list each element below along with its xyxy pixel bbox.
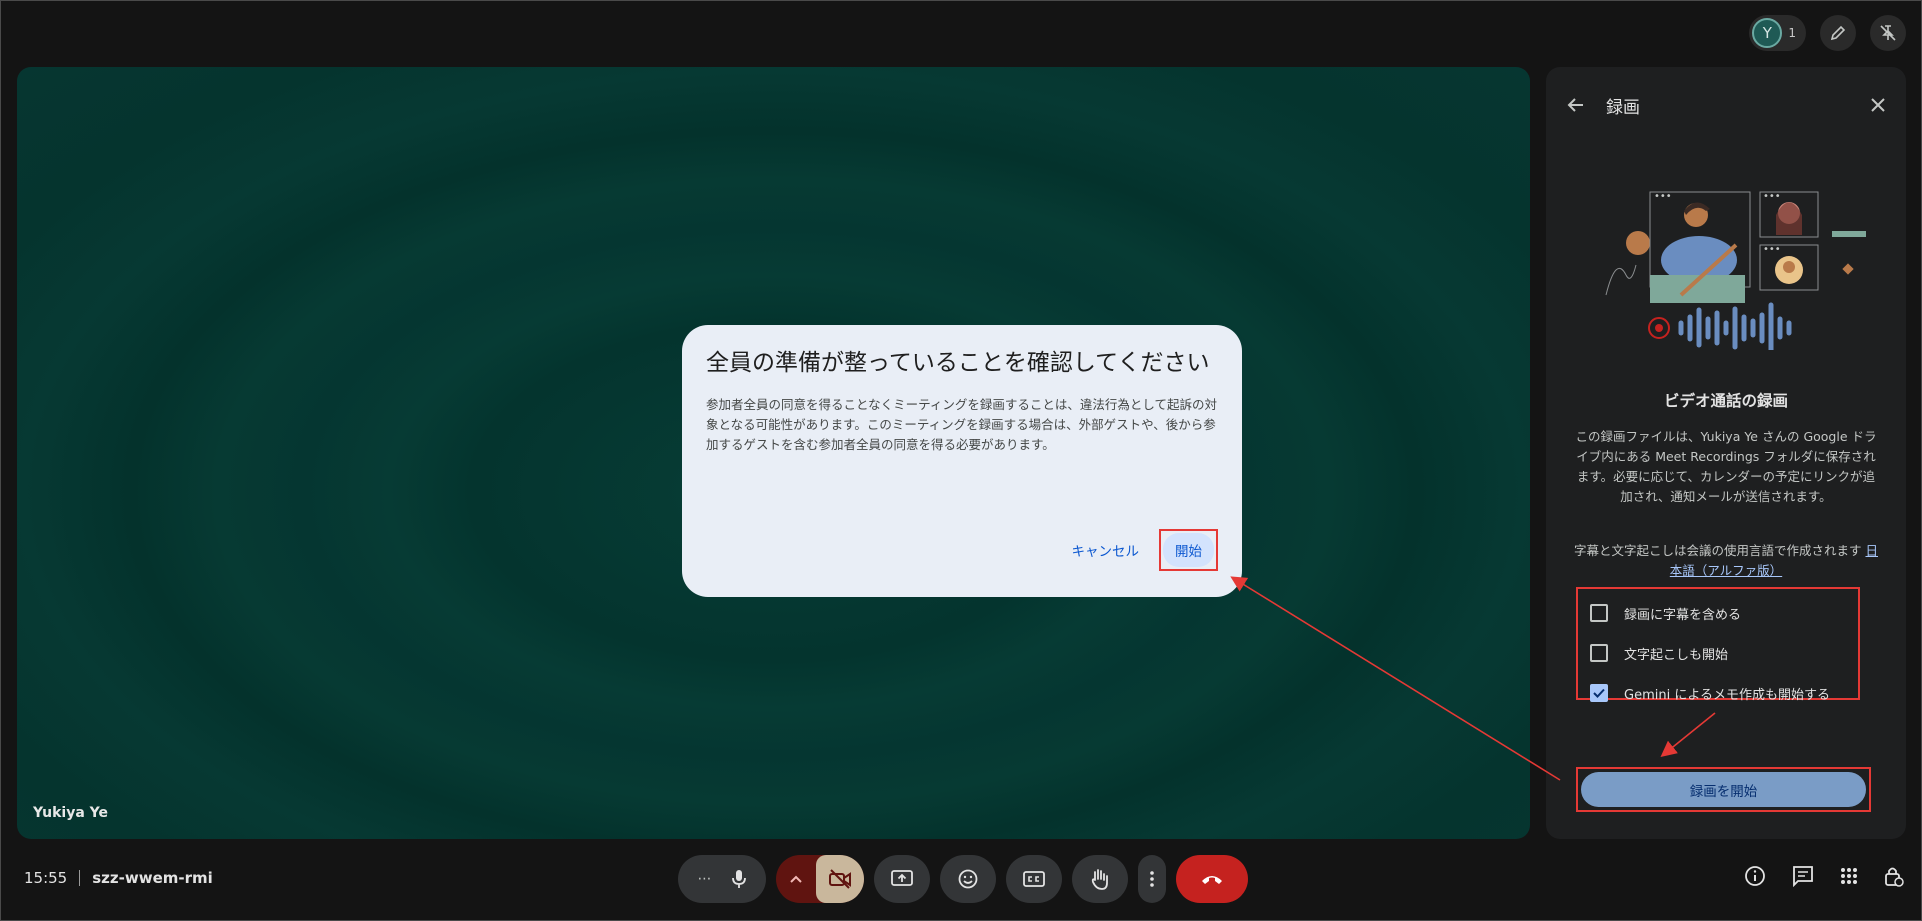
- panel-description: この録画ファイルは、Yukiya Ye さんの Google ドライブ内にある …: [1575, 429, 1877, 504]
- recording-illustration: ••• ••• •••: [1605, 191, 1866, 350]
- hang-up-icon: [1200, 873, 1224, 885]
- camera-off-icon: [828, 869, 852, 889]
- svg-text:•••: •••: [1763, 191, 1781, 202]
- captions-checkbox[interactable]: [1590, 604, 1608, 622]
- emoji-button[interactable]: [940, 855, 996, 903]
- gemini-notes-checkbox[interactable]: [1590, 684, 1608, 702]
- option-label: 文字起こしも開始: [1624, 647, 1729, 663]
- cancel-button[interactable]: キャンセル: [1066, 532, 1146, 568]
- more-vertical-icon: [1150, 871, 1154, 887]
- captions-icon: [1023, 871, 1045, 887]
- panel-title: 録画: [1606, 97, 1640, 118]
- meeting-code: szz-wwem-rmi: [92, 869, 213, 887]
- more-options-button[interactable]: [1138, 855, 1166, 903]
- dialog-body: 参加者全員の同意を得ることなくミーティングを録画することは、違法行為として起訴の…: [706, 397, 1218, 452]
- info-icon[interactable]: [1744, 865, 1766, 887]
- option-gemini-notes[interactable]: Gemini によるメモ作成も開始する: [1590, 673, 1846, 713]
- recording-options: 録画に字幕を含める 文字起こしも開始 Gemini によるメモ作成も開始する: [1576, 587, 1860, 703]
- svg-text:•••: •••: [1763, 244, 1781, 255]
- pen-button[interactable]: [1820, 15, 1856, 51]
- participant-count: 1: [1788, 26, 1796, 40]
- dialog-title: 全員の準備が整っていることを確認してください: [706, 350, 1210, 376]
- back-arrow-icon[interactable]: [1566, 95, 1586, 115]
- camera-control: [776, 855, 864, 903]
- emoji-icon: [958, 869, 978, 889]
- microphone-icon[interactable]: [731, 869, 747, 889]
- camera-toggle-button[interactable]: [816, 855, 864, 903]
- dialog-actions: キャンセル 開始: [1066, 529, 1218, 571]
- present-screen-icon: [891, 870, 913, 888]
- pin-off-icon: [1879, 24, 1897, 42]
- language-note: 字幕と文字起こしは会議の使用言語で作成されます 日本語（アルファ版）: [1572, 541, 1880, 581]
- pin-off-button[interactable]: [1870, 15, 1906, 51]
- chat-icon[interactable]: [1792, 865, 1814, 887]
- option-label: 録画に字幕を含める: [1624, 607, 1742, 623]
- start-button[interactable]: 開始: [1163, 533, 1214, 567]
- panel-header: 録画: [1566, 89, 1886, 121]
- host-controls-lock-icon[interactable]: [1884, 865, 1904, 887]
- activities-grid-icon[interactable]: [1840, 867, 1858, 885]
- participants-button[interactable]: Y 1: [1749, 15, 1806, 51]
- tile-participant-name: Yukiya Ye: [33, 805, 108, 821]
- start-recording-button[interactable]: 録画を開始: [1581, 772, 1866, 807]
- leave-call-button[interactable]: [1176, 855, 1248, 903]
- transcript-checkbox[interactable]: [1590, 644, 1608, 662]
- pen-icon: [1830, 25, 1846, 41]
- camera-options-button[interactable]: [776, 855, 816, 903]
- start-recording-highlight: 録画を開始: [1576, 767, 1871, 812]
- divider: [79, 870, 81, 886]
- consent-dialog: 全員の準備が整っていることを確認してください 参加者全員の同意を得ることなくミー…: [682, 325, 1242, 597]
- close-icon[interactable]: [1870, 97, 1886, 113]
- clock: 15:55: [24, 869, 68, 887]
- check-icon: [1593, 688, 1605, 698]
- language-text: 字幕と文字起こしは会議の使用言語で作成されます: [1573, 543, 1862, 558]
- hand-icon: [1090, 868, 1110, 890]
- option-captions[interactable]: 録画に字幕を含める: [1590, 593, 1846, 633]
- recording-panel: 録画 ••• ••• ••• ビデオ通話の録画 この録画ファイルは、Yukiya…: [1546, 67, 1906, 839]
- present-button[interactable]: [874, 855, 930, 903]
- panel-heading: ビデオ通話の録画: [1663, 392, 1788, 410]
- start-button-highlight: 開始: [1159, 529, 1218, 571]
- option-transcript[interactable]: 文字起こしも開始: [1590, 633, 1846, 673]
- captions-button[interactable]: [1006, 855, 1062, 903]
- option-label: Gemini によるメモ作成も開始する: [1624, 687, 1830, 703]
- more-audio-icon[interactable]: ⋯: [698, 871, 712, 887]
- svg-text:•••: •••: [1654, 191, 1672, 202]
- meeting-info: 15:55 szz-wwem-rmi: [24, 869, 213, 887]
- avatar: Y: [1752, 18, 1783, 48]
- chevron-up-icon: [790, 875, 802, 883]
- top-right-controls: Y 1: [1749, 15, 1906, 51]
- call-controls: ⋯: [678, 855, 1248, 903]
- mic-control: ⋯: [678, 855, 766, 903]
- raise-hand-button[interactable]: [1072, 855, 1128, 903]
- bottom-right-controls: [1744, 865, 1904, 887]
